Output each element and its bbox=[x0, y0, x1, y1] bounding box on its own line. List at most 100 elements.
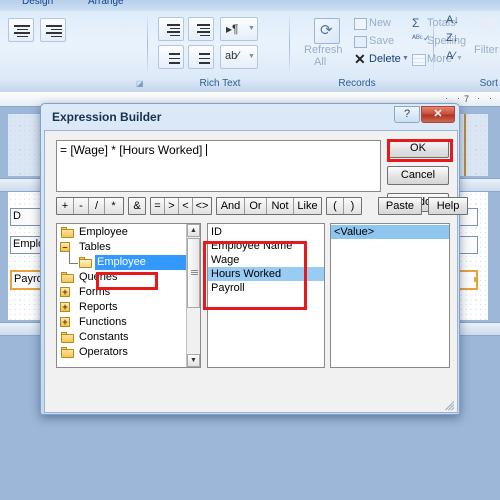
group-separator bbox=[147, 14, 148, 76]
delete-record-button[interactable]: ✕ Delete ▼ bbox=[354, 51, 410, 68]
increase-indent-icon bbox=[197, 24, 211, 38]
tree-item-constants[interactable]: Constants bbox=[57, 330, 186, 345]
tree-item-queries[interactable]: Queries bbox=[57, 270, 186, 285]
decrease-indent-button[interactable] bbox=[158, 17, 184, 41]
tree-scrollbar[interactable]: ▲ ▼ bbox=[186, 224, 200, 367]
operator-open-paren[interactable]: ( bbox=[327, 198, 344, 214]
clear-sort-icon: A⁄ bbox=[446, 50, 456, 62]
operator-group-parens: () bbox=[326, 197, 362, 215]
expand-plus-icon[interactable]: + bbox=[60, 317, 70, 327]
dialog-titlebar[interactable]: Expression Builder ? ✕ bbox=[44, 106, 458, 130]
tree-item-reports[interactable]: + Reports bbox=[57, 300, 186, 315]
tree-item-functions[interactable]: + Functions bbox=[57, 315, 186, 330]
operator-or[interactable]: Or bbox=[245, 198, 267, 214]
ribbon-tab-strip: Design Arrange bbox=[0, 0, 500, 11]
operator-greater-than[interactable]: > bbox=[165, 198, 179, 214]
tab-design[interactable]: Design bbox=[22, 0, 53, 7]
expression-builder-dialog: Expression Builder ? ✕ = [Wage] * [Hours … bbox=[40, 103, 468, 415]
refresh-all-label-line1: Refresh bbox=[304, 44, 343, 56]
cancel-button[interactable]: Cancel bbox=[387, 166, 449, 185]
align-right-button[interactable] bbox=[40, 18, 66, 42]
list-item[interactable]: ID bbox=[208, 225, 324, 239]
list-item[interactable]: Employee Name bbox=[208, 239, 324, 253]
list-item[interactable]: Payroll bbox=[208, 281, 324, 295]
tree-item-label: Employee bbox=[97, 256, 146, 268]
resize-grip-icon[interactable] bbox=[442, 397, 455, 411]
font-dialog-launcher-icon[interactable]: ◪ bbox=[136, 80, 144, 88]
expression-input[interactable]: = [Wage] * [Hours Worked] bbox=[56, 140, 381, 192]
save-record-button[interactable]: Save bbox=[354, 34, 404, 50]
tree-item-employee-table[interactable]: Employee bbox=[57, 252, 186, 270]
chevron-down-icon[interactable]: ▼ bbox=[248, 53, 255, 60]
help-text-button[interactable]: Help bbox=[428, 197, 468, 215]
element-tree-pane[interactable]: Employee – Tables Employee Queries + For… bbox=[56, 223, 201, 368]
save-record-label: Save bbox=[369, 35, 395, 47]
collapse-minus-icon[interactable]: – bbox=[60, 242, 70, 252]
operator-plus[interactable]: + bbox=[57, 198, 74, 214]
more-grid-icon bbox=[412, 54, 426, 66]
ribbon-group-rich-text: ▸¶ ▼ ab⁄ ▼ Rich Text bbox=[150, 12, 290, 90]
list-item[interactable]: Wage bbox=[208, 253, 324, 267]
filter-button[interactable]: Filter bbox=[470, 16, 500, 70]
ruler-tick-7: 7 bbox=[464, 94, 470, 104]
operator-divide[interactable]: / bbox=[89, 198, 105, 214]
ribbon-group-sort-filter: A↓ Z↓ A⁄ Filter ▽ Selection ▣ Advanced ▽ bbox=[442, 12, 500, 90]
operator-and[interactable]: And bbox=[217, 198, 245, 214]
tree-item-forms[interactable]: + Forms bbox=[57, 285, 186, 300]
numbered-list-button[interactable] bbox=[158, 45, 184, 69]
list-item-selected[interactable]: <Value> bbox=[331, 225, 449, 239]
tree-item-label: Employee bbox=[79, 226, 128, 238]
sort-descending-button[interactable]: Z↓ bbox=[446, 32, 468, 50]
refresh-all-button[interactable]: ⟳ Refresh All bbox=[298, 16, 354, 70]
tree-item-employee-root[interactable]: Employee bbox=[57, 225, 186, 240]
titlebar-buttons: ? ✕ bbox=[393, 106, 455, 123]
clear-sort-button[interactable]: A⁄ bbox=[446, 50, 468, 68]
increase-indent-button[interactable] bbox=[188, 17, 214, 41]
close-icon[interactable]: ✕ bbox=[421, 106, 455, 123]
tree-item-operators[interactable]: Operators bbox=[57, 345, 186, 360]
chevron-down-icon[interactable]: ▼ bbox=[248, 25, 255, 32]
operator-minus[interactable]: - bbox=[74, 198, 89, 214]
expression-text: = [Wage] * [Hours Worked] bbox=[60, 143, 206, 157]
field-list-pane[interactable]: ID Employee Name Wage Hours Worked Payro… bbox=[207, 223, 325, 368]
delete-x-icon: ✕ bbox=[354, 51, 366, 67]
list-item-selected[interactable]: Hours Worked bbox=[208, 267, 324, 281]
ok-button[interactable]: OK bbox=[387, 139, 449, 158]
align-center-button[interactable] bbox=[8, 18, 34, 42]
refresh-icon: ⟳ bbox=[314, 18, 340, 44]
text-caret bbox=[205, 144, 207, 156]
text-direction-button[interactable]: ▸¶ ▼ bbox=[220, 17, 258, 41]
folder-icon bbox=[61, 347, 74, 358]
scroll-up-arrow-icon[interactable]: ▲ bbox=[187, 224, 200, 237]
tab-arrange[interactable]: Arrange bbox=[88, 0, 124, 7]
expand-plus-icon[interactable]: + bbox=[60, 287, 70, 297]
operator-equals[interactable]: = bbox=[151, 198, 165, 214]
highlight-icon: ab⁄ bbox=[225, 50, 240, 62]
operator-like[interactable]: Like bbox=[294, 198, 321, 214]
operator-not-equal[interactable]: <> bbox=[193, 198, 211, 214]
decrease-indent-icon bbox=[167, 24, 181, 38]
sort-ascending-button[interactable]: A↓ bbox=[446, 14, 468, 32]
text-highlight-button[interactable]: ab⁄ ▼ bbox=[220, 45, 258, 69]
ribbon-group-records-label: Records bbox=[338, 78, 376, 89]
operator-group-arithmetic: + - / * bbox=[56, 197, 124, 215]
scrollbar-thumb[interactable] bbox=[187, 238, 200, 308]
refresh-all-label-line2: All bbox=[314, 56, 327, 68]
operator-not[interactable]: Not bbox=[267, 198, 294, 214]
operator-ampersand[interactable]: & bbox=[129, 198, 145, 214]
expand-plus-icon[interactable]: + bbox=[60, 302, 70, 312]
paragraph-direction-icon: ▸¶ bbox=[226, 22, 239, 36]
help-button[interactable]: ? bbox=[394, 106, 420, 123]
bulleted-list-button[interactable] bbox=[188, 45, 214, 69]
tree-item-label: Queries bbox=[79, 271, 118, 283]
operator-multiply[interactable]: * bbox=[105, 198, 122, 214]
value-list-pane[interactable]: <Value> bbox=[330, 223, 450, 368]
tree-item-label: Forms bbox=[79, 286, 111, 298]
new-record-button[interactable]: New bbox=[354, 16, 404, 32]
operator-less-than[interactable]: < bbox=[179, 198, 193, 214]
scroll-down-arrow-icon[interactable]: ▼ bbox=[187, 354, 200, 367]
operator-close-paren[interactable]: ) bbox=[344, 198, 361, 214]
ribbon-group-sort-filter-label: Sort & Filter bbox=[479, 78, 500, 89]
chevron-down-icon[interactable]: ▼ bbox=[402, 55, 409, 62]
paste-button[interactable]: Paste bbox=[378, 197, 422, 215]
